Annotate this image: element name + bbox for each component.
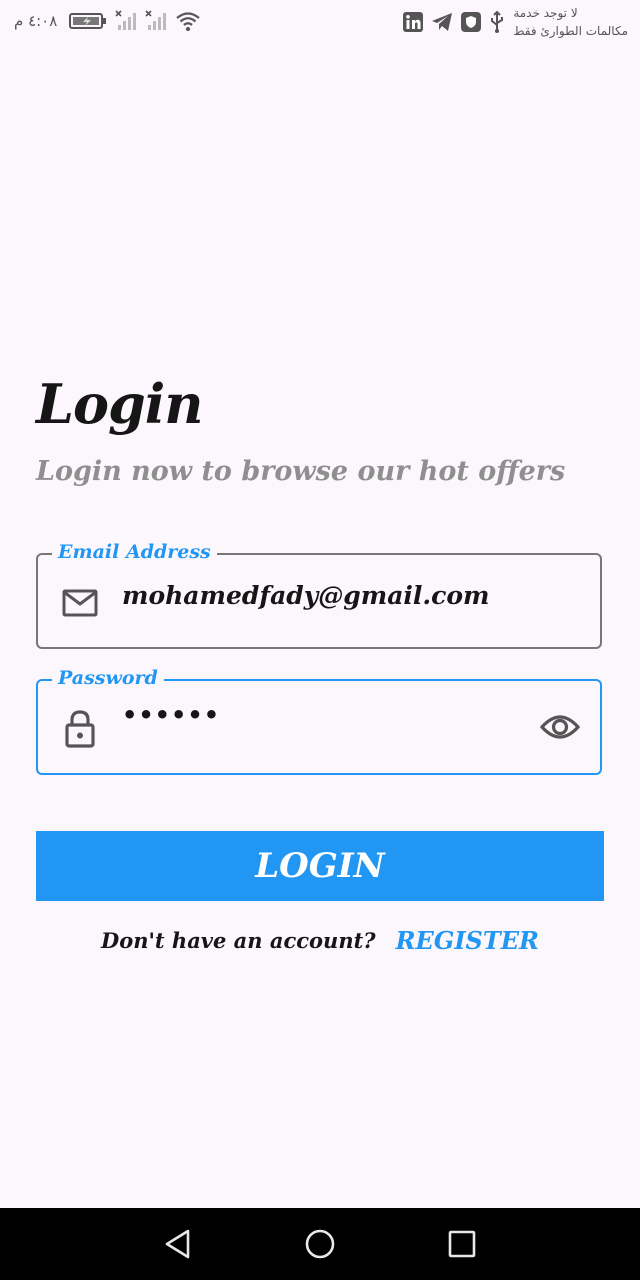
password-field-label: Password [52, 665, 164, 691]
eye-icon[interactable] [538, 705, 582, 749]
status-time: ٤:٠٨ م [14, 12, 58, 30]
recents-icon[interactable] [444, 1226, 480, 1262]
back-icon[interactable] [160, 1226, 196, 1262]
lock-icon [60, 709, 100, 749]
carrier-info: لا توجد خدمة مكالمات الطوارئ فقط [513, 4, 628, 40]
home-icon[interactable] [302, 1226, 338, 1262]
telegram-icon [431, 12, 453, 32]
mail-icon [60, 583, 100, 623]
usb-icon [489, 11, 505, 33]
linkedin-icon [403, 12, 424, 32]
status-right: لا توجد خدمة مكالمات الطوارئ فقط [403, 2, 628, 42]
register-prompt: Don't have an account? [101, 928, 376, 953]
battery-icon [69, 12, 107, 30]
login-button[interactable]: LOGIN [36, 831, 604, 901]
signal-icon-1 [115, 10, 137, 32]
page-subtitle: Login now to browse our hot offers [36, 456, 566, 487]
email-field-value[interactable]: mohamedfady@gmail.com [122, 581, 489, 610]
password-field-value[interactable]: •••••• [122, 701, 220, 729]
wifi-icon [175, 10, 201, 32]
status-left: ٤:٠٨ م [14, 8, 201, 34]
shield-app-icon [461, 12, 482, 32]
login-screen: ٤:٠٨ م لا توجد خدمة مكالمات الطوارئ فقط … [0, 0, 640, 1280]
register-row: Don't have an account? REGISTER [0, 926, 640, 955]
carrier-line-1: لا توجد خدمة [513, 6, 578, 20]
page-title: Login [36, 372, 204, 436]
signal-icon-2 [145, 10, 167, 32]
email-field-label: Email Address [52, 539, 217, 565]
status-bar: ٤:٠٨ م لا توجد خدمة مكالمات الطوارئ فقط [0, 0, 640, 44]
register-link[interactable]: REGISTER [396, 926, 539, 955]
password-field[interactable]: Password •••••• [36, 665, 602, 775]
navigation-bar [0, 1208, 640, 1280]
carrier-line-2: مكالمات الطوارئ فقط [513, 24, 628, 38]
email-field[interactable]: Email Address mohamedfady@gmail.com [36, 539, 602, 649]
